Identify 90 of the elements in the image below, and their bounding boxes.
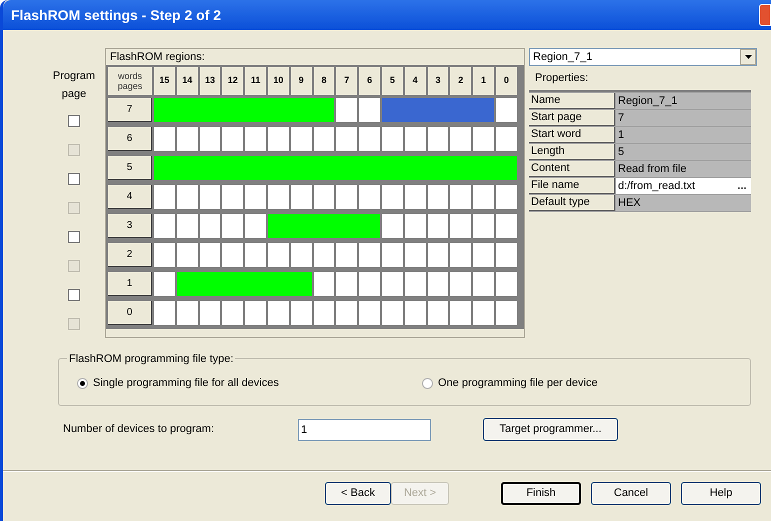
property-label: Start word bbox=[529, 127, 615, 143]
property-label: Start page bbox=[529, 110, 615, 126]
dialog-button[interactable]: < Back bbox=[325, 482, 391, 505]
property-value: Read from file bbox=[616, 161, 751, 177]
close-button[interactable] bbox=[759, 4, 771, 26]
grid-cell[interactable] bbox=[473, 272, 496, 296]
grid-cell[interactable] bbox=[473, 214, 496, 238]
word-header: 5 bbox=[382, 67, 403, 95]
region-cell[interactable] bbox=[359, 214, 382, 238]
grid-cell[interactable] bbox=[176, 214, 200, 238]
word-header: 9 bbox=[290, 67, 312, 95]
grid-cell[interactable] bbox=[496, 272, 519, 296]
word-header: 13 bbox=[200, 67, 220, 95]
grid-cell[interactable] bbox=[359, 98, 382, 122]
grid-cell[interactable] bbox=[496, 98, 519, 122]
word-header: 0 bbox=[496, 67, 517, 95]
grid-cell[interactable] bbox=[245, 214, 268, 238]
checkbox[interactable] bbox=[68, 230, 80, 242]
grid-cell[interactable] bbox=[450, 214, 474, 238]
word-header: 3 bbox=[428, 67, 448, 95]
page-button[interactable]: 5 bbox=[108, 156, 152, 180]
grid-cell[interactable] bbox=[382, 214, 405, 238]
checkbox[interactable] bbox=[68, 114, 80, 126]
property-value: 1 bbox=[616, 127, 751, 143]
column-label: Program bbox=[52, 70, 96, 82]
region-cell[interactable] bbox=[496, 156, 519, 180]
grid-cell[interactable] bbox=[154, 214, 177, 238]
radio-button-icon[interactable] bbox=[77, 378, 88, 389]
page-button[interactable]: 3 bbox=[108, 214, 152, 238]
grid-cell[interactable] bbox=[404, 214, 428, 238]
grid-cell[interactable] bbox=[428, 272, 450, 296]
region-cell[interactable] bbox=[290, 272, 314, 296]
property-value: 5 bbox=[616, 144, 751, 160]
word-header: 1 bbox=[473, 67, 494, 95]
window-title: FlashROM settings - Step 2 of 2 bbox=[11, 6, 222, 25]
word-header: 6 bbox=[359, 67, 380, 95]
region-cell[interactable] bbox=[473, 98, 496, 122]
radio-option[interactable]: Single programming file for all devices bbox=[77, 375, 422, 392]
property-value: Region_7_1 bbox=[616, 93, 751, 109]
panel-title: FlashROM regions: bbox=[109, 50, 206, 65]
word-header: 4 bbox=[404, 67, 426, 95]
page-button[interactable]: 7 bbox=[108, 98, 152, 122]
devices-input[interactable]: 1 bbox=[298, 418, 431, 440]
word-header: 10 bbox=[268, 67, 289, 95]
region-cell[interactable] bbox=[314, 98, 336, 122]
property-label: Content bbox=[529, 161, 615, 177]
dropdown-value: Region_7_1 bbox=[533, 50, 592, 65]
properties-label: Properties: bbox=[534, 71, 590, 86]
grid-cell[interactable] bbox=[154, 272, 177, 296]
page-button[interactable]: 1 bbox=[108, 272, 152, 296]
column-label: page bbox=[62, 88, 86, 100]
word-header: 14 bbox=[176, 67, 198, 95]
grid-cell[interactable] bbox=[428, 214, 450, 238]
dialog-button[interactable]: Cancel bbox=[591, 482, 671, 505]
region-cell[interactable] bbox=[382, 98, 405, 122]
dialog-button[interactable]: Finish bbox=[501, 482, 581, 505]
grid-cell[interactable] bbox=[450, 272, 474, 296]
grid-cell[interactable] bbox=[336, 272, 360, 296]
word-header: 15 bbox=[154, 67, 175, 95]
property-label: Name bbox=[529, 93, 615, 109]
grid-cell[interactable] bbox=[496, 214, 519, 238]
dialog-button[interactable]: Help bbox=[681, 482, 761, 505]
property-label: Length bbox=[529, 144, 615, 160]
grid-cell[interactable] bbox=[314, 272, 336, 296]
checkbox[interactable] bbox=[68, 288, 80, 300]
word-header: 2 bbox=[450, 67, 472, 95]
grid-cell[interactable] bbox=[222, 214, 246, 238]
property-value: 7 bbox=[616, 110, 751, 126]
radio-button-icon[interactable] bbox=[422, 378, 433, 389]
group-title: FlashROM programming file type: bbox=[67, 351, 236, 368]
word-header: 12 bbox=[222, 67, 244, 95]
radio-option[interactable]: One programming file per device bbox=[422, 375, 598, 392]
grid-cell[interactable] bbox=[200, 214, 222, 238]
grid-cell[interactable] bbox=[382, 272, 405, 296]
region-dropdown[interactable]: Region_7_1 bbox=[529, 48, 757, 66]
property-value-field[interactable]: d:/from_read.txt ... bbox=[616, 178, 751, 194]
property-label: Default type bbox=[529, 195, 615, 211]
property-value: HEX bbox=[616, 195, 751, 211]
word-header: 11 bbox=[245, 67, 266, 95]
property-label: File name bbox=[529, 178, 615, 194]
word-header: 7 bbox=[336, 67, 358, 95]
target-programmer-button[interactable]: Target programmer... bbox=[483, 418, 618, 441]
devices-label: Number of devices to program: bbox=[63, 422, 216, 438]
word-header: 8 bbox=[314, 67, 334, 95]
grid-cell[interactable] bbox=[404, 272, 428, 296]
grid-cell[interactable] bbox=[336, 98, 360, 122]
corner-header: words pages bbox=[108, 67, 152, 95]
browse-button[interactable]: ... bbox=[733, 179, 751, 193]
grid-cell[interactable] bbox=[359, 272, 382, 296]
checkbox[interactable] bbox=[68, 172, 80, 184]
